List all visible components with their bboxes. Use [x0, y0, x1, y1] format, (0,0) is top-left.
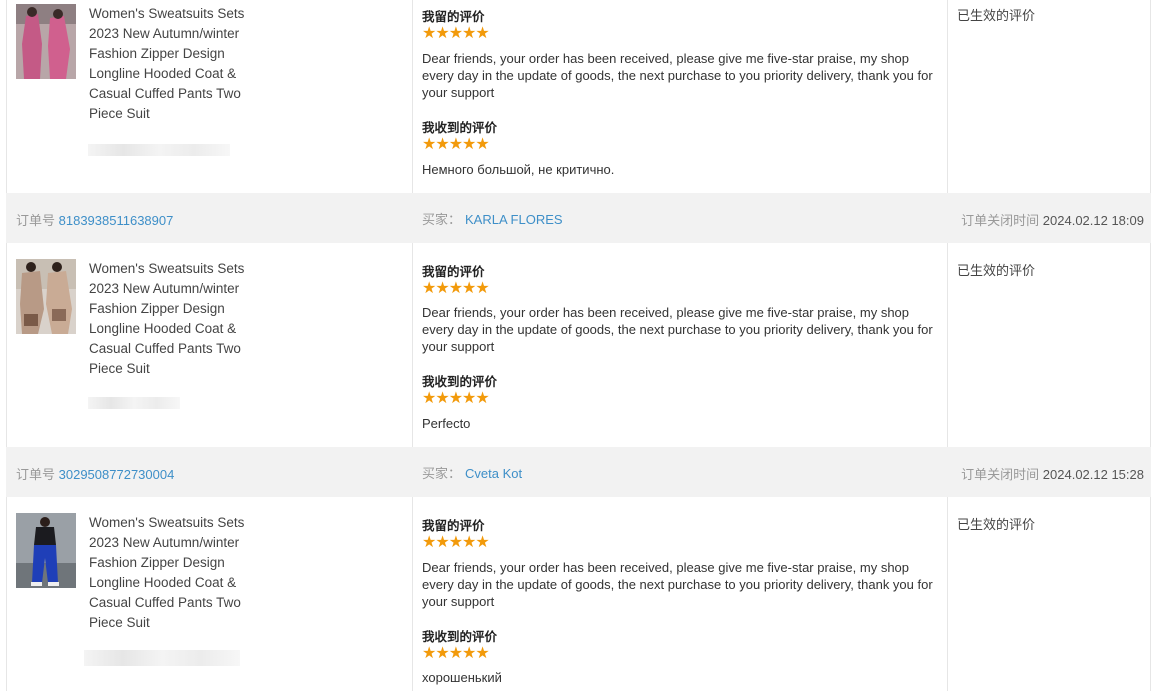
- my-rating-stars: ★★★★★: [422, 280, 490, 297]
- received-review-heading: 我收到的评价: [422, 630, 498, 644]
- my-rating-stars: ★★★★★: [422, 25, 490, 42]
- closed-time-value: 2024.02.12 18:09: [1042, 213, 1144, 228]
- received-rating-stars: ★★★★★: [422, 645, 490, 662]
- received-review-text: Perfecto: [422, 416, 471, 431]
- order-number-label: 订单号: [16, 467, 56, 482]
- order-number-link[interactable]: 8183938511638907: [59, 213, 174, 228]
- buyer-name-link[interactable]: Cveta Kot: [465, 466, 522, 481]
- product-thumbnail[interactable]: [16, 259, 76, 334]
- product-thumbnail[interactable]: [16, 513, 76, 588]
- my-review-text: Dear friends, your order has been receiv…: [422, 560, 933, 609]
- closed-time-value: 2024.02.12 15:28: [1042, 467, 1144, 482]
- my-review-text: Dear friends, your order has been receiv…: [422, 51, 933, 100]
- order-number-label: 订单号: [16, 213, 56, 228]
- my-review-heading: 我留的评价: [422, 265, 485, 279]
- order-header: 订单号 8183938511638907 买家： KARLA FLORES 订单关…: [6, 193, 1151, 243]
- received-review-heading: 我收到的评价: [422, 121, 498, 135]
- closed-time-label: 订单关闭时间: [961, 467, 1040, 482]
- order-header: 订单号 3029508772730004 买家： Cveta Kot 订单关闭时间…: [6, 447, 1151, 497]
- my-review-heading: 我留的评价: [422, 10, 485, 24]
- product-title[interactable]: Women's Sweatsuits Sets 2023 New Autumn/…: [89, 259, 264, 379]
- blurred-text: [88, 397, 180, 409]
- buyer-label: 买家：: [422, 212, 462, 227]
- closed-time-label: 订单关闭时间: [961, 213, 1040, 228]
- received-rating-stars: ★★★★★: [422, 390, 490, 407]
- my-rating-stars: ★★★★★: [422, 534, 490, 551]
- review-status: 已生效的评价: [957, 517, 1036, 532]
- product-title[interactable]: Women's Sweatsuits Sets 2023 New Autumn/…: [89, 4, 264, 124]
- received-review-text: хорошенький: [422, 670, 502, 685]
- blurred-text: [88, 144, 230, 156]
- my-review-heading: 我留的评价: [422, 519, 485, 533]
- blurred-text: [84, 650, 240, 666]
- received-review-text: Немного большой, не критично.: [422, 162, 615, 177]
- my-review-text: Dear friends, your order has been receiv…: [422, 305, 933, 354]
- received-rating-stars: ★★★★★: [422, 136, 490, 153]
- product-title[interactable]: Women's Sweatsuits Sets 2023 New Autumn/…: [89, 513, 264, 633]
- buyer-label: 买家：: [422, 466, 462, 481]
- review-status: 已生效的评价: [957, 263, 1036, 278]
- order-number-link[interactable]: 3029508772730004: [59, 467, 175, 482]
- review-status: 已生效的评价: [957, 8, 1036, 23]
- buyer-name-link[interactable]: KARLA FLORES: [465, 212, 563, 227]
- product-thumbnail[interactable]: [16, 4, 76, 79]
- received-review-heading: 我收到的评价: [422, 375, 498, 389]
- review-list: Women's Sweatsuits Sets 2023 New Autumn/…: [0, 0, 1152, 691]
